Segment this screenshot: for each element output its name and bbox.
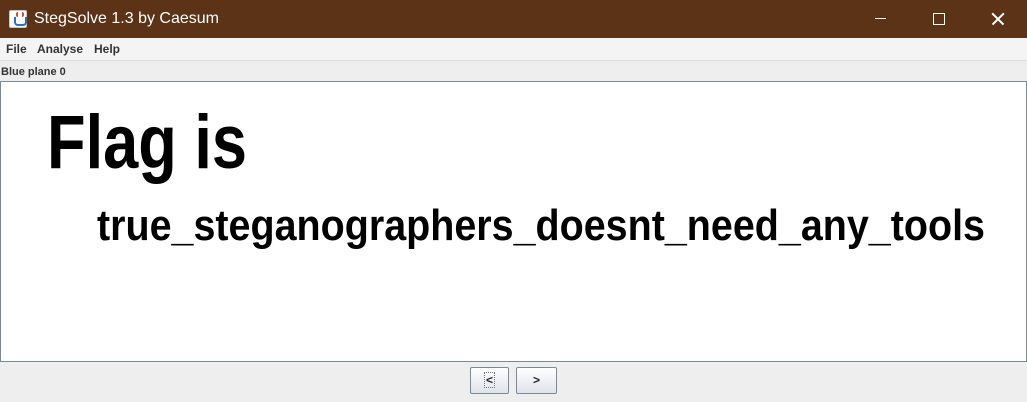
menu-bar: File Analyse Help [0, 38, 1027, 61]
title-bar[interactable]: StegSolve 1.3 by Caesum [0, 0, 1027, 38]
plane-label: Blue plane 0 [1, 66, 66, 78]
image-text-flag-is: Flag is [47, 100, 247, 185]
close-icon[interactable] [968, 0, 1026, 38]
maximize-icon[interactable] [910, 0, 968, 38]
menu-help[interactable]: Help [94, 42, 120, 56]
menu-file[interactable]: File [6, 42, 27, 56]
image-canvas: Flag is true_steganographers_doesnt_need… [47, 100, 985, 250]
stegsolve-window: StegSolve 1.3 by Caesum File Analyse Hel… [0, 0, 1027, 402]
previous-plane-button[interactable]: < [470, 367, 509, 394]
minimize-icon[interactable] [852, 0, 910, 38]
next-plane-button[interactable]: > [516, 367, 557, 394]
image-view: Flag is true_steganographers_doesnt_need… [0, 81, 1027, 362]
java-app-icon[interactable] [9, 10, 27, 28]
image-text-flag-value: true_steganographers_doesnt_need_any_too… [97, 201, 985, 250]
previous-plane-label: < [483, 372, 495, 388]
menu-analyse[interactable]: Analyse [37, 42, 83, 56]
window-title: StegSolve 1.3 by Caesum [34, 10, 219, 27]
